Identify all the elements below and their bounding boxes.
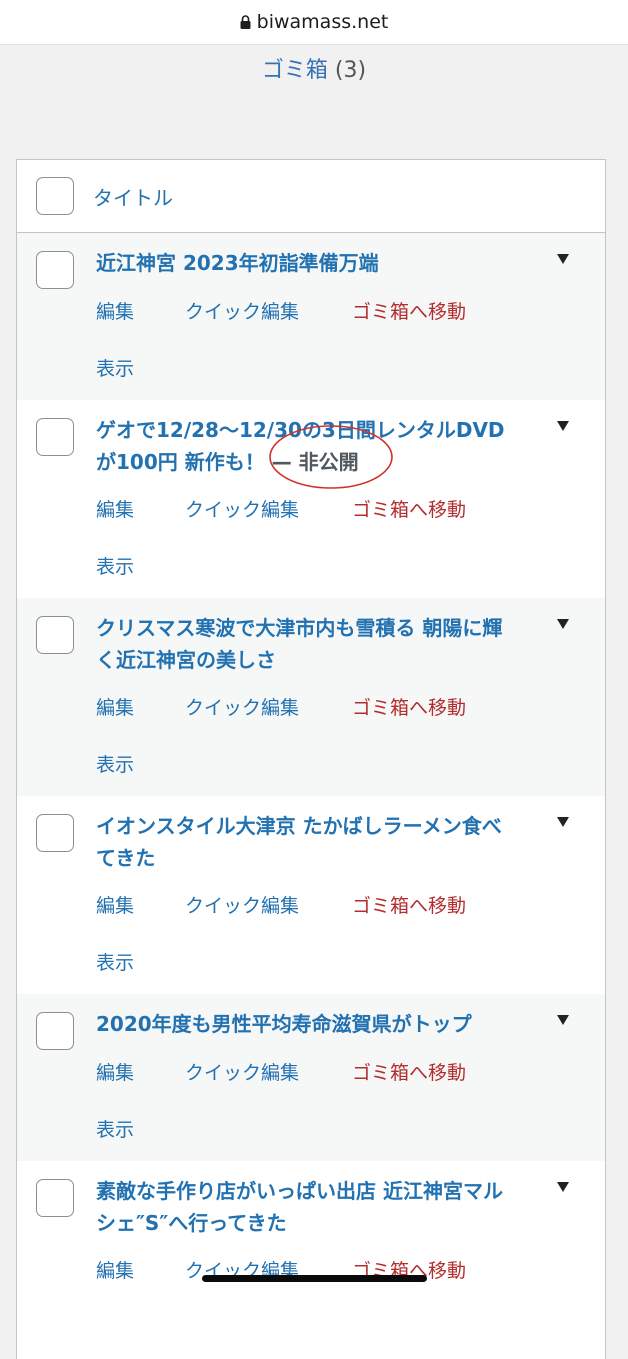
url-domain: biwamass.net [256,11,389,33]
quick-edit-link[interactable]: クイック編集 [185,693,299,720]
table-row: 2020年度も男性平均寿命滋賀県がトップ 編集 クイック編集 ゴミ箱へ移動 表示 [17,994,605,1161]
expand-row-triangle-icon[interactable] [556,1181,570,1193]
row-checkbox[interactable] [36,616,74,654]
post-title-line: 2020年度も男性平均寿命滋賀県がトップ [96,1012,472,1036]
table-row: クリスマス寒波で大津市内も雪積る 朝陽に輝 く近江神宮の美しさ 編集 クイック編… [17,598,605,796]
posts-list-table: タイトル 近江神宮 2023年初詣準備万端 編集 クイック編集 ゴミ箱へ移動 表… [16,159,606,1359]
move-to-trash-link[interactable]: ゴミ箱へ移動 [352,297,466,324]
select-all-checkbox[interactable] [36,177,74,215]
table-row: イオンスタイル大津京 たかばしラーメン食べ てきた 編集 クイック編集 ゴミ箱へ… [17,796,605,994]
quick-edit-link[interactable]: クイック編集 [185,297,299,324]
post-title-link[interactable]: 2020年度も男性平均寿命滋賀県がトップ [96,1008,526,1040]
edit-link[interactable]: 編集 [96,1256,134,1283]
post-title-line: てきた [96,846,156,870]
post-title-line: シェ″S″へ行ってきた [96,1211,287,1235]
post-title-line: 素敵な手作り店がいっぱい出店 近江神宮マル [96,1179,503,1203]
trash-filter-link[interactable]: ゴミ箱 (3) [0,52,628,84]
row-checkbox[interactable] [36,814,74,852]
expand-row-triangle-icon[interactable] [556,816,570,828]
red-annotation-circle [269,425,393,489]
edit-link[interactable]: 編集 [96,693,134,720]
row-checkbox[interactable] [36,251,74,289]
view-link[interactable]: 表示 [96,552,134,579]
table-row: 近江神宮 2023年初詣準備万端 編集 クイック編集 ゴミ箱へ移動 表示 [17,233,605,400]
post-title-link[interactable]: クリスマス寒波で大津市内も雪積る 朝陽に輝 く近江神宮の美しさ [96,612,526,676]
row-checkbox[interactable] [36,1012,74,1050]
post-title-line: く近江神宮の美しさ [96,648,276,672]
expand-row-triangle-icon[interactable] [556,253,570,265]
move-to-trash-link[interactable]: ゴミ箱へ移動 [352,495,466,522]
trash-label: ゴミ箱 [261,58,328,83]
row-checkbox[interactable] [36,418,74,456]
post-title-line: が100円 新作も！ [96,450,265,474]
move-to-trash-link[interactable]: ゴミ箱へ移動 [352,891,466,918]
view-link[interactable]: 表示 [96,948,134,975]
expand-row-triangle-icon[interactable] [556,1014,570,1026]
post-title-link[interactable]: 近江神宮 2023年初詣準備万端 [96,247,526,279]
quick-edit-link[interactable]: クイック編集 [185,891,299,918]
post-title-line: クリスマス寒波で大津市内も雪積る 朝陽に輝 [96,616,503,640]
post-title-line: 近江神宮 2023年初詣準備万端 [96,251,379,275]
edit-link[interactable]: 編集 [96,495,134,522]
list-header: タイトル [17,160,605,233]
trash-count: (3) [334,58,367,83]
view-link[interactable]: 表示 [96,1115,134,1142]
move-to-trash-link[interactable]: ゴミ箱へ移動 [352,1058,466,1085]
table-row: 素敵な手作り店がいっぱい出店 近江神宮マル シェ″S″へ行ってきた 編集 クイッ… [17,1161,605,1359]
post-title-link[interactable]: イオンスタイル大津京 たかばしラーメン食べ てきた [96,810,526,874]
expand-row-triangle-icon[interactable] [556,420,570,432]
home-indicator-bar [202,1275,427,1282]
post-title-link[interactable]: 素敵な手作り店がいっぱい出店 近江神宮マル シェ″S″へ行ってきた [96,1175,526,1239]
quick-edit-link[interactable]: クイック編集 [185,495,299,522]
view-link[interactable]: 表示 [96,750,134,777]
post-title-line: イオンスタイル大津京 たかばしラーメン食べ [96,814,502,838]
column-title-sort-link[interactable]: タイトル [93,182,173,211]
edit-link[interactable]: 編集 [96,1058,134,1085]
view-link[interactable]: 表示 [96,354,134,381]
edit-link[interactable]: 編集 [96,891,134,918]
edit-link[interactable]: 編集 [96,297,134,324]
expand-row-triangle-icon[interactable] [556,618,570,630]
move-to-trash-link[interactable]: ゴミ箱へ移動 [352,693,466,720]
quick-edit-link[interactable]: クイック編集 [185,1058,299,1085]
lock-icon [240,15,251,29]
row-checkbox[interactable] [36,1179,74,1217]
browser-url-bar[interactable]: biwamass.net [0,0,628,45]
